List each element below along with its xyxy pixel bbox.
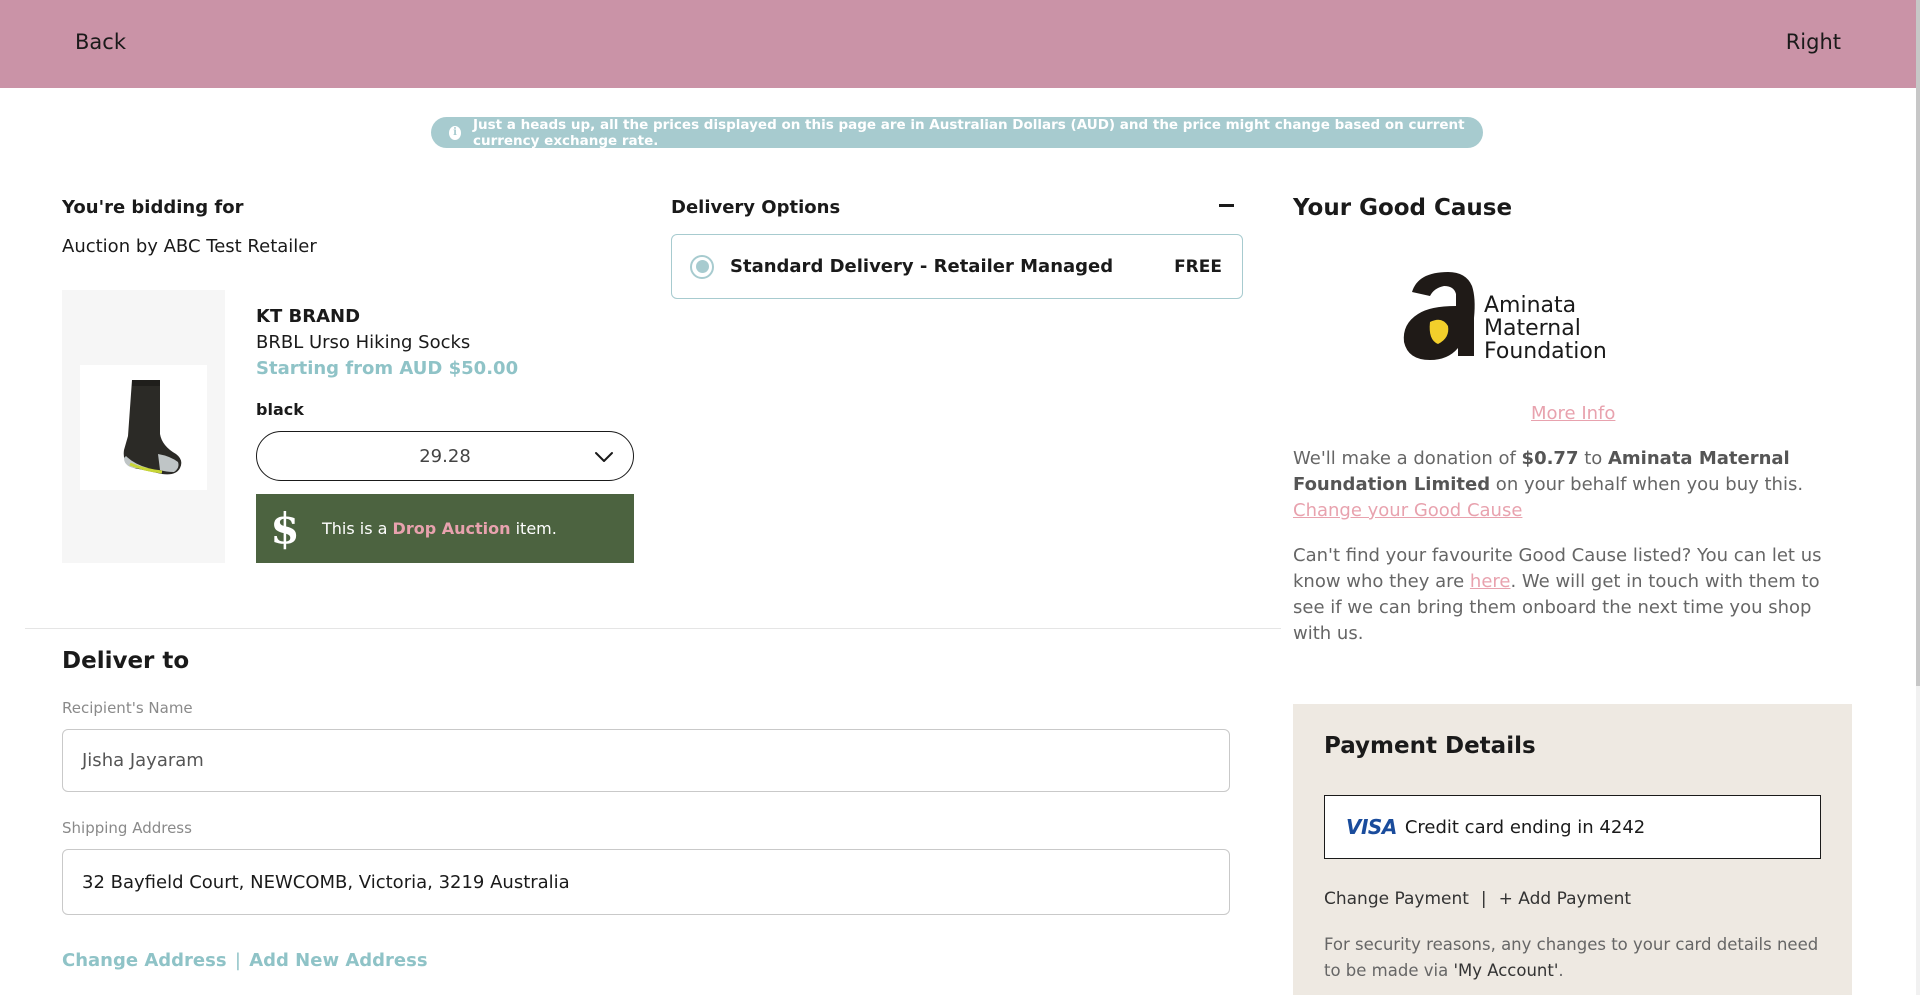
security-notice: For security reasons, any changes to you… xyxy=(1324,932,1824,984)
credit-card-selector[interactable]: VISA Credit card ending in 4242 xyxy=(1324,795,1821,859)
product-image-frame xyxy=(62,290,225,563)
donation-suffix: on your behalf when you buy this. xyxy=(1490,474,1804,495)
product-image xyxy=(80,365,207,490)
more-info-link[interactable]: More Info xyxy=(1531,403,1615,424)
credit-card-text: Credit card ending in 4242 xyxy=(1404,816,1646,838)
auction-retailer: Auction by ABC Test Retailer xyxy=(62,236,317,257)
payment-link-separator: | xyxy=(1480,889,1487,909)
radio-selected-dot xyxy=(695,260,709,273)
delivery-option-standard[interactable]: Standard Delivery - Retailer Managed FRE… xyxy=(671,234,1243,299)
drop-auction-suffix: item. xyxy=(510,519,557,538)
product-brand: KT BRAND xyxy=(256,306,361,327)
shipping-address-label: Shipping Address xyxy=(62,819,192,837)
back-button[interactable]: Back xyxy=(75,30,126,54)
product-color: black xyxy=(256,400,304,419)
delivery-radio[interactable] xyxy=(690,254,714,279)
delivery-option-price: FREE xyxy=(1174,256,1222,277)
add-payment-link[interactable]: + Add Payment xyxy=(1499,889,1631,909)
here-link[interactable]: here xyxy=(1470,571,1511,592)
logo-name-line1: Aminata xyxy=(1484,293,1577,318)
top-nav-bar: Back Right xyxy=(0,0,1916,88)
collapse-icon[interactable] xyxy=(1219,204,1234,207)
scrollbar-thumb[interactable] xyxy=(1916,0,1920,686)
shipping-address-field[interactable]: 32 Bayfield Court, NEWCOMB, Victoria, 32… xyxy=(62,849,1230,915)
donation-mid: to xyxy=(1578,448,1608,469)
change-address-link[interactable]: Change Address xyxy=(62,950,227,971)
payment-details-panel: Payment Details VISA Credit card ending … xyxy=(1293,704,1852,995)
drop-auction-prefix: This is a xyxy=(322,519,393,538)
size-select[interactable]: 29.28 xyxy=(256,431,634,481)
drop-auction-text: This is a Drop Auction item. xyxy=(310,519,557,538)
find-cause-text: Can't find your favourite Good Cause lis… xyxy=(1293,543,1853,647)
my-account-link[interactable]: 'My Account' xyxy=(1453,961,1558,980)
donation-amount: $0.77 xyxy=(1521,448,1579,469)
change-payment-link[interactable]: Change Payment xyxy=(1324,889,1469,909)
chevron-down-icon xyxy=(595,452,613,462)
delivery-option-label: Standard Delivery - Retailer Managed xyxy=(730,256,1114,277)
address-link-separator: | xyxy=(234,950,241,971)
currency-notice: i Just a heads up, all the prices displa… xyxy=(431,116,1483,149)
product-name: BRBL Urso Hiking Socks xyxy=(256,332,471,353)
security-suffix: . xyxy=(1558,961,1564,980)
donation-prefix: We'll make a donation of xyxy=(1293,448,1522,469)
product-price: Starting from AUD $50.00 xyxy=(256,358,519,379)
add-new-address-link[interactable]: Add New Address xyxy=(249,950,427,971)
payment-links: Change Payment | + Add Payment xyxy=(1324,889,1631,909)
right-button[interactable]: Right xyxy=(1786,30,1841,54)
good-cause-title: Your Good Cause xyxy=(1293,195,1513,221)
good-cause-logo: Aminata Maternal Foundation xyxy=(1400,268,1615,364)
drop-auction-highlight: Drop Auction xyxy=(392,519,511,538)
deliver-to-title: Deliver to xyxy=(62,648,190,674)
size-select-value: 29.28 xyxy=(419,445,471,467)
change-good-cause-link[interactable]: Change your Good Cause xyxy=(1293,500,1522,521)
sock-icon xyxy=(123,379,181,474)
delivery-options-title: Delivery Options xyxy=(671,197,841,218)
recipient-name-label: Recipient's Name xyxy=(62,699,193,717)
payment-details-title: Payment Details xyxy=(1324,733,1536,759)
logo-name-line3: Foundation xyxy=(1484,339,1607,364)
drop-auction-banner: $ This is a Drop Auction item. xyxy=(256,494,634,563)
good-cause-logo-name: Aminata Maternal Foundation xyxy=(1484,294,1607,363)
currency-notice-text: Just a heads up, all the prices displaye… xyxy=(472,116,1465,149)
section-divider xyxy=(25,628,1281,629)
bidding-title: You're bidding for xyxy=(62,197,244,218)
recipient-name-field[interactable]: Jisha Jayaram xyxy=(62,729,1230,792)
dollar-icon: $ xyxy=(270,503,300,553)
donation-text: We'll make a donation of $0.77 to Aminat… xyxy=(1293,446,1853,524)
security-prefix: For security reasons, any changes to you… xyxy=(1324,935,1819,980)
address-links: Change Address | Add New Address xyxy=(62,950,428,971)
aminata-logo-icon xyxy=(1403,272,1475,360)
info-icon: i xyxy=(449,125,461,140)
logo-name-line2: Maternal xyxy=(1484,316,1581,341)
visa-icon: VISA xyxy=(1346,815,1397,839)
